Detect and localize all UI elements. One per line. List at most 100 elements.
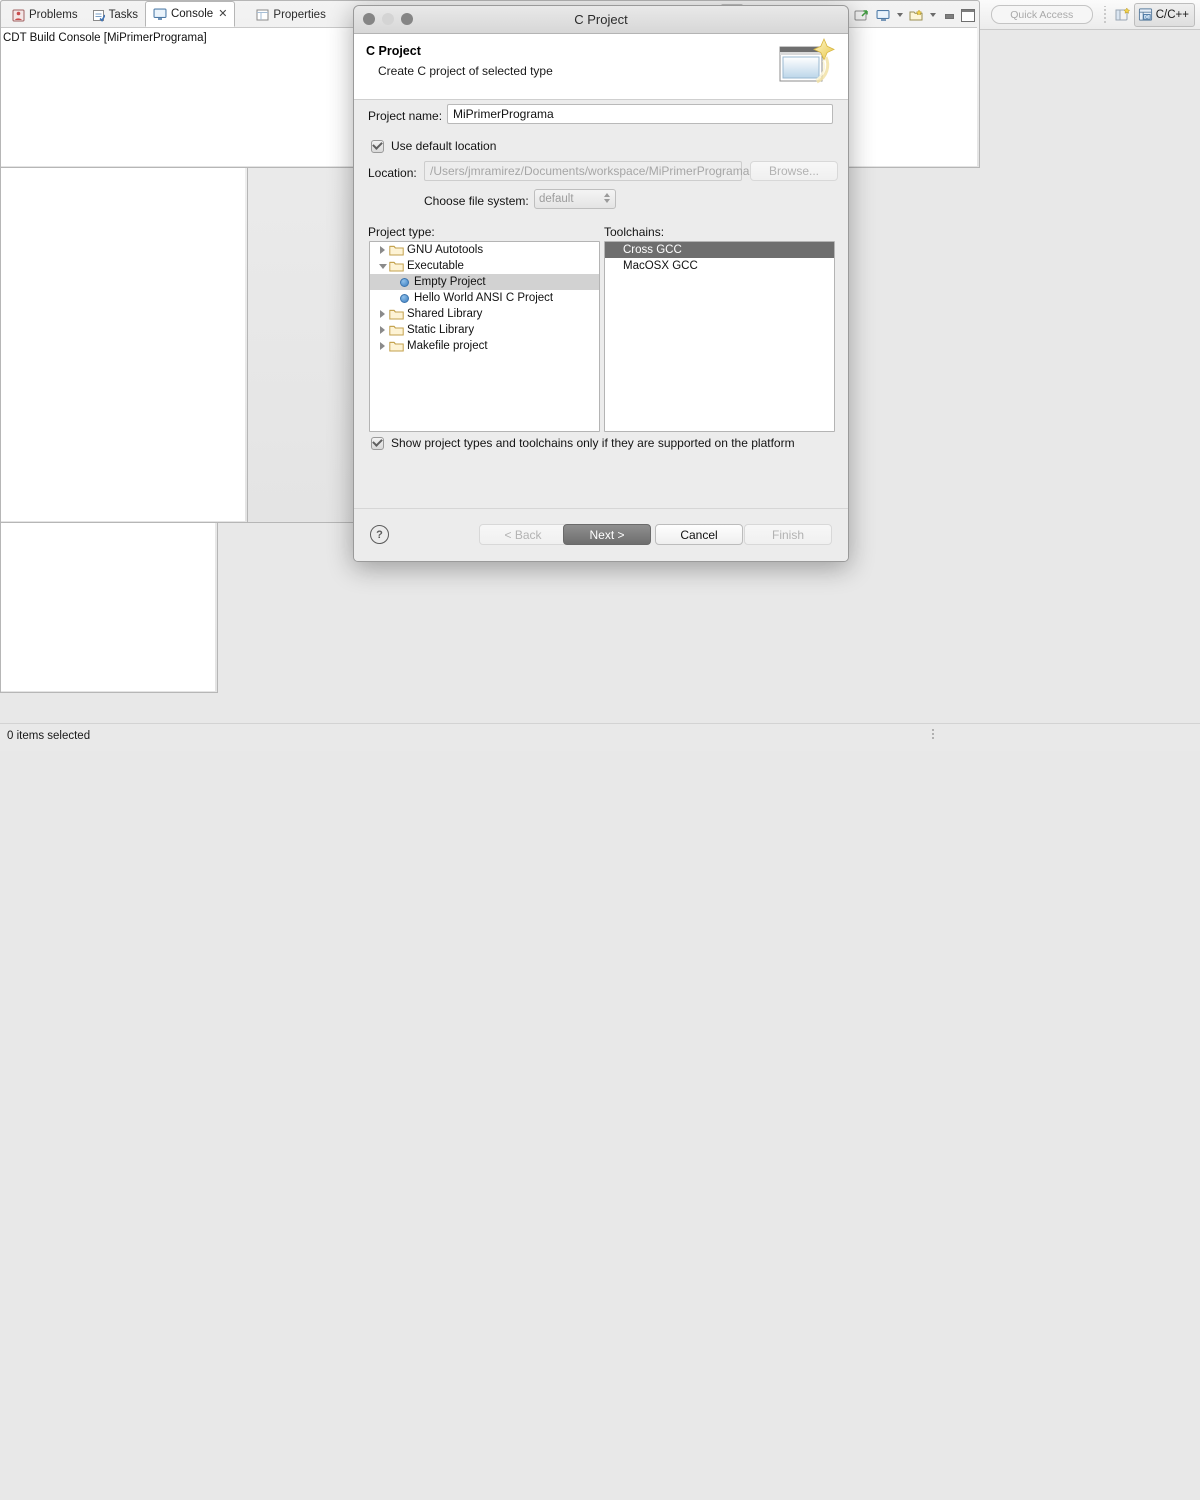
tab-label: Tasks: [108, 9, 138, 21]
project-type-icon: [400, 277, 409, 287]
dialog-titlebar: C Project: [354, 6, 848, 34]
tree-item-shared-library[interactable]: Shared Library: [370, 306, 599, 322]
outline-view: Outl ✕ Mak Tas An outline is not availab…: [0, 0, 248, 1500]
use-default-location-row[interactable]: Use default location: [371, 139, 496, 153]
chevron-right-icon[interactable]: [376, 342, 389, 350]
display-console-icon[interactable]: [873, 5, 893, 25]
location-label: Location:: [368, 166, 417, 180]
tab-tasks[interactable]: Tasks: [85, 3, 145, 27]
properties-icon: [256, 9, 269, 21]
close-icon[interactable]: ✕: [218, 8, 227, 20]
project-type-icon: [400, 293, 409, 303]
folder-icon: [389, 308, 404, 320]
file-system-value: default: [539, 193, 574, 205]
window-traffic-lights: [363, 13, 413, 25]
new-console-view-icon[interactable]: [851, 5, 871, 25]
cancel-button[interactable]: Cancel: [655, 524, 743, 545]
chevron-down-icon[interactable]: [376, 263, 389, 269]
show-supported-label: Show project types and toolchains only i…: [391, 436, 795, 450]
folder-icon: [389, 324, 404, 336]
tree-item-executable[interactable]: Executable: [370, 258, 599, 274]
maximize-icon[interactable]: [961, 8, 975, 22]
tree-item-makefile-project[interactable]: Makefile project: [370, 338, 599, 354]
tree-item-label: GNU Autotools: [407, 244, 484, 256]
tree-item-label: Shared Library: [407, 308, 483, 320]
show-supported-row[interactable]: Show project types and toolchains only i…: [371, 436, 795, 450]
minimize-icon[interactable]: [944, 11, 955, 20]
folder-icon: [389, 340, 404, 352]
tab-problems[interactable]: Problems: [5, 3, 85, 27]
chevron-right-icon[interactable]: [376, 326, 389, 334]
toolchain-label: Cross GCC: [623, 244, 682, 256]
minimize-button[interactable]: [382, 13, 394, 25]
tree-item-label: Static Library: [407, 324, 475, 336]
tab-properties[interactable]: Properties: [249, 3, 332, 27]
file-system-select[interactable]: default: [534, 189, 616, 209]
tree-item-label: Hello World ANSI C Project: [414, 292, 554, 304]
next-button[interactable]: Next >: [563, 524, 651, 545]
display-console-dropdown[interactable]: [895, 4, 904, 26]
use-default-location-checkbox[interactable]: [371, 139, 384, 153]
toolchain-item-macosx-gcc[interactable]: MacOSX GCC: [605, 258, 834, 274]
tree-item-gnu-autotools[interactable]: GNU Autotools: [370, 242, 599, 258]
browse-button[interactable]: Browse...: [750, 161, 838, 181]
chevron-right-icon[interactable]: [376, 246, 389, 254]
tab-label: Problems: [29, 9, 78, 21]
file-system-label: Choose file system:: [424, 194, 529, 208]
dialog-footer: ? < Back Next > Cancel Finish: [354, 508, 848, 561]
c-project-dialog: C Project C Project Create C project of …: [353, 5, 849, 562]
folder-open-icon: [389, 260, 404, 272]
open-perspective-icon[interactable]: [1112, 4, 1134, 26]
banner-subtitle: Create C project of selected type: [378, 64, 553, 78]
status-message: 0 items selected: [7, 730, 91, 742]
tab-label: Console: [170, 8, 214, 20]
tree-item-hello-world-ansi-c[interactable]: Hello World ANSI C Project: [370, 290, 599, 306]
tree-item-label: Empty Project: [414, 276, 486, 288]
toolchains-label: Toolchains:: [604, 225, 665, 239]
tree-item-label: Makefile project: [407, 340, 488, 352]
location-input[interactable]: /Users/jmramirez/Documents/workspace/MiP…: [424, 161, 749, 181]
chevron-updown-icon: [604, 193, 610, 203]
zoom-button[interactable]: [401, 13, 413, 25]
cpp-perspective-icon: C: [1138, 8, 1152, 21]
problems-icon: [12, 9, 25, 21]
open-console-dropdown[interactable]: [928, 4, 937, 26]
dialog-body: Project name: MiPrimerPrograma Use defau…: [354, 100, 848, 530]
status-bar: [0, 723, 1200, 751]
toolchains-list[interactable]: Cross GCC MacOSX GCC: [604, 241, 835, 432]
perspective-cpp-button[interactable]: C C/C++: [1133, 2, 1195, 27]
tree-item-static-library[interactable]: Static Library: [370, 322, 599, 338]
open-console-icon[interactable]: [906, 5, 926, 25]
project-type-tree[interactable]: GNU Autotools Executable Empty Project H…: [369, 241, 600, 432]
project-name-label: Project name:: [368, 109, 443, 123]
chevron-right-icon[interactable]: [376, 310, 389, 318]
folder-icon: [389, 244, 404, 256]
status-drag-handle[interactable]: [932, 729, 934, 739]
perspective-label: C/C++: [1155, 8, 1189, 21]
eclipse-window: C C C Quick Access: [0, 0, 1200, 751]
back-button[interactable]: < Back: [479, 524, 567, 545]
tree-item-label: Executable: [407, 260, 464, 272]
editor-area: [0, 0, 730, 1216]
tree-item-empty-project[interactable]: Empty Project: [370, 274, 599, 290]
toolchain-item-cross-gcc[interactable]: Cross GCC: [605, 242, 834, 258]
new-project-wizard-icon: [774, 37, 836, 98]
console-icon: [153, 8, 167, 20]
project-type-label: Project type:: [368, 225, 435, 239]
tab-label: Properties: [273, 9, 326, 21]
toolchain-label: MacOSX GCC: [623, 260, 698, 272]
finish-button[interactable]: Finish: [744, 524, 832, 545]
toolbar-right-group: Quick Access C C/C++: [990, 2, 1200, 27]
close-button[interactable]: [363, 13, 375, 25]
quick-access-input[interactable]: Quick Access: [990, 5, 1093, 24]
tab-console[interactable]: Console ✕: [144, 1, 236, 27]
dialog-title: C Project: [574, 12, 628, 27]
tasks-icon: [92, 9, 105, 22]
show-supported-checkbox[interactable]: [371, 436, 384, 450]
help-icon[interactable]: ?: [370, 525, 389, 544]
banner-title: C Project: [366, 44, 421, 58]
project-name-input[interactable]: MiPrimerPrograma: [447, 104, 833, 124]
toolbar-separator: [1100, 5, 1110, 24]
dialog-banner: C Project Create C project of selected t…: [354, 34, 848, 100]
use-default-location-label: Use default location: [391, 139, 497, 153]
